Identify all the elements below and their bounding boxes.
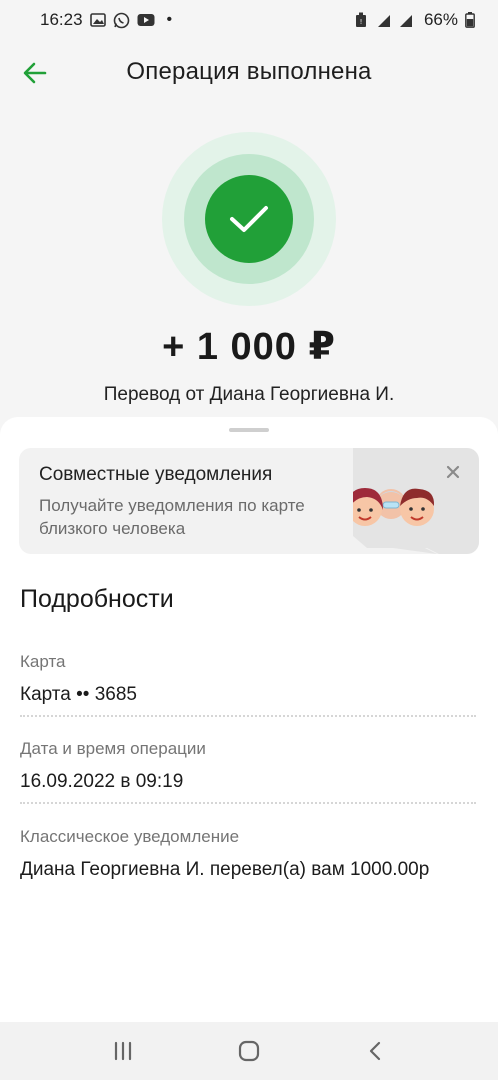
close-icon <box>446 465 460 479</box>
status-bar: 16:23 • ! 66% <box>0 0 498 40</box>
battery-icon <box>464 11 476 29</box>
page-title: Операция выполнена <box>126 58 372 85</box>
operation-amount: + 1 000 ₽ <box>162 326 336 368</box>
banner-close-button[interactable] <box>441 460 465 484</box>
banner-text: Получайте уведомления по карте близкого … <box>39 496 305 538</box>
youtube-icon <box>137 11 155 29</box>
image-icon <box>89 11 107 29</box>
status-time: 16:23 <box>40 10 83 29</box>
notification-dot: • <box>166 11 173 28</box>
battery-label: 66% <box>423 10 458 29</box>
detail-row-card: Карта Карта •• 3685 <box>20 652 476 706</box>
home-button[interactable] <box>229 1031 269 1071</box>
svg-text:!: ! <box>360 18 363 26</box>
detail-value: 16.09.2022 в 09:19 <box>20 771 184 792</box>
system-nav-bar <box>0 1022 498 1080</box>
detail-row-notification: Классическое уведомление Диана Георгиевн… <box>20 827 476 881</box>
details-sheet: Совместные уведомления Получайте уведомл… <box>0 417 498 1022</box>
detail-row-datetime: Дата и время операции 16.09.2022 в 09:19 <box>20 739 476 793</box>
banner-title: Совместные уведомления <box>39 464 273 485</box>
operation-subtitle: Перевод от Диана Георгиевна И. <box>103 384 395 405</box>
checkmark-icon <box>230 206 268 232</box>
nav-back-button[interactable] <box>355 1031 395 1071</box>
shared-notifications-banner[interactable]: Совместные уведомления Получайте уведомл… <box>19 448 479 554</box>
detail-label: Классическое уведомление <box>20 827 240 846</box>
recent-apps-button[interactable] <box>103 1031 143 1071</box>
row-divider <box>20 802 476 804</box>
detail-label: Карта <box>20 652 66 671</box>
sheet-drag-handle[interactable] <box>229 428 269 432</box>
row-divider <box>20 715 476 717</box>
signal-icon <box>376 11 418 29</box>
home-icon <box>238 1040 260 1062</box>
whatsapp-icon <box>113 11 131 29</box>
detail-value: Карта •• 3685 <box>20 684 137 705</box>
detail-value: Диана Георгиевна И. перевел(а) вам 1000.… <box>20 859 430 880</box>
nav-back-icon <box>369 1041 381 1061</box>
recent-apps-icon <box>114 1041 132 1061</box>
success-circle <box>205 175 293 263</box>
details-title: Подробности <box>20 585 174 613</box>
detail-label: Дата и время операции <box>20 739 206 758</box>
app-header: Операция выполнена <box>0 50 498 94</box>
success-badge <box>162 132 336 306</box>
status-bar-left: 16:23 • <box>40 10 172 30</box>
status-bar-right: ! 66% <box>352 10 476 30</box>
alarm-icon: ! <box>352 11 370 29</box>
